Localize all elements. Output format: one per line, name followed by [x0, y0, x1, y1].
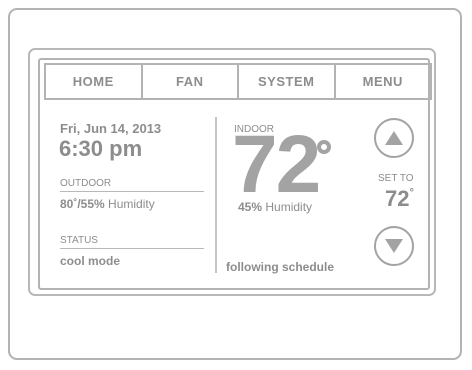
nav-system-button[interactable]: SYSTEM: [239, 65, 336, 98]
temp-up-button[interactable]: [374, 118, 414, 158]
set-to-temperature: 72°: [385, 186, 414, 212]
outdoor-label: OUTDOOR: [60, 178, 112, 189]
status-divider: [60, 248, 204, 249]
triangle-down-icon: [385, 239, 403, 253]
schedule-status: following schedule: [226, 260, 335, 274]
outdoor-temp-humidity: 80˚/55%: [60, 197, 105, 211]
status-value: cool mode: [60, 254, 121, 268]
indoor-humidity-word: Humidity: [265, 200, 313, 214]
nav-fan-button[interactable]: FAN: [143, 65, 239, 98]
set-to-label: SET TO: [378, 173, 414, 184]
outdoor-humidity-word: Humidity: [108, 197, 155, 211]
status-label: STATUS: [60, 235, 98, 246]
indoor-humidity-value: 45%: [238, 200, 263, 214]
top-nav-bar: HOME FAN SYSTEM MENU: [44, 63, 432, 100]
degree-ring-icon: [317, 140, 331, 154]
current-time: 6:30 pm: [59, 136, 143, 161]
indoor-temperature: 72: [232, 119, 321, 210]
set-to-value: 72: [385, 186, 410, 211]
outdoor-reading: 80˚/55% Humidity: [60, 197, 155, 211]
set-to-degree: °: [409, 187, 414, 199]
temp-down-button[interactable]: [374, 226, 414, 266]
indoor-humidity: 45% Humidity: [238, 200, 312, 214]
nav-menu-button[interactable]: MENU: [336, 65, 431, 98]
nav-home-button[interactable]: HOME: [46, 65, 143, 98]
outdoor-divider: [60, 191, 204, 192]
current-date: Fri, Jun 14, 2013: [60, 121, 162, 136]
triangle-up-icon: [385, 131, 403, 145]
panel-divider: [215, 117, 217, 273]
